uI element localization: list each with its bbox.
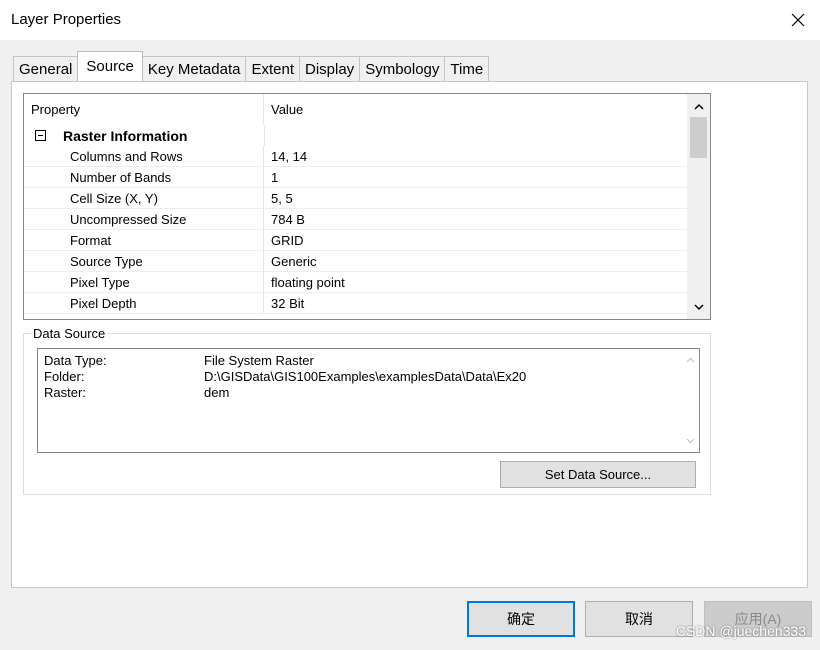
scroll-thumb[interactable] <box>690 117 707 158</box>
chevron-up-icon <box>686 357 694 363</box>
table-row[interactable]: Number of Bands 1 <box>24 167 687 188</box>
watermark: CSDN @juechen333 <box>675 623 806 639</box>
set-data-source-button[interactable]: Set Data Source... <box>500 461 696 488</box>
property-value: 32 Bit <box>271 295 305 311</box>
tab-time[interactable]: Time <box>444 56 490 81</box>
scroll-up-button[interactable] <box>681 352 699 368</box>
property-name: Uncompressed Size <box>24 209 264 229</box>
tab-general[interactable]: General <box>13 56 79 81</box>
collapse-icon[interactable] <box>35 130 46 141</box>
property-value: GRID <box>271 232 304 248</box>
tab-strip: General Source Key Metadata Extent Displ… <box>13 51 490 81</box>
property-value: 14, 14 <box>271 148 308 164</box>
table-row[interactable]: Source Type Generic <box>24 251 687 272</box>
property-value: 5, 5 <box>271 190 293 206</box>
data-source-scrollbar[interactable] <box>681 349 699 452</box>
data-type-line: Data Type: File System Raster <box>44 353 314 369</box>
tab-key-metadata[interactable]: Key Metadata <box>141 56 247 81</box>
scroll-up-button[interactable] <box>687 96 710 116</box>
column-divider <box>264 125 265 146</box>
title-bar: Layer Properties <box>0 0 820 40</box>
tab-symbology[interactable]: Symbology <box>359 56 446 81</box>
group-label: Raster Information <box>63 127 188 144</box>
group-row-raster-information[interactable]: Raster Information <box>24 125 687 146</box>
folder-key: Folder: <box>44 369 85 384</box>
folder-line: Folder: D:\GISData\GIS100Examples\exampl… <box>44 369 526 385</box>
property-value: 1 <box>271 169 279 185</box>
close-icon <box>791 13 805 27</box>
tab-display[interactable]: Display <box>299 56 361 81</box>
property-name: Cell Size (X, Y) <box>24 188 264 208</box>
table-row[interactable]: Columns and Rows 14, 14 <box>24 146 687 167</box>
property-name: Pixel Depth <box>24 293 264 313</box>
chevron-down-icon <box>686 438 694 444</box>
grid-rows: Columns and Rows 14, 14 Number of Bands 1 … <box>24 146 687 314</box>
close-button[interactable] <box>776 0 820 40</box>
raster-line: Raster: dem <box>44 385 229 401</box>
ok-button[interactable]: 确定 <box>467 601 575 637</box>
data-type-value: File System Raster <box>204 353 314 368</box>
scroll-down-button[interactable] <box>681 433 699 449</box>
property-value: Generic <box>271 253 317 269</box>
property-value: 784 B <box>271 211 305 227</box>
table-row[interactable]: Pixel Type floating point <box>24 272 687 293</box>
property-name: Source Type <box>24 251 264 271</box>
table-row[interactable]: Uncompressed Size 784 B <box>24 209 687 230</box>
property-name: Columns and Rows <box>24 146 264 166</box>
data-source-legend: Data Source <box>31 326 108 341</box>
chevron-down-icon <box>693 303 704 310</box>
data-type-key: Data Type: <box>44 353 107 368</box>
data-source-textbox[interactable]: Data Type: File System Raster Folder: D:… <box>37 348 700 453</box>
property-column-header[interactable]: Property <box>24 94 264 125</box>
property-name: Format <box>24 230 264 250</box>
window-title: Layer Properties <box>11 11 122 28</box>
value-column-header[interactable]: Value <box>264 94 687 125</box>
raster-value: dem <box>204 385 230 400</box>
property-value: floating point <box>271 274 345 290</box>
grid-scrollbar[interactable] <box>687 94 710 319</box>
property-name: Number of Bands <box>24 167 264 187</box>
table-row[interactable]: Pixel Depth 32 Bit <box>24 293 687 314</box>
property-name: Pixel Type <box>24 272 264 292</box>
tab-source[interactable]: Source <box>77 51 143 81</box>
table-row[interactable]: Cell Size (X, Y) 5, 5 <box>24 188 687 209</box>
scroll-down-button[interactable] <box>687 297 710 317</box>
grid-header: Property Value <box>24 94 687 125</box>
table-row[interactable]: Format GRID <box>24 230 687 251</box>
property-grid[interactable]: Property Value Raster Information Column… <box>23 93 711 320</box>
folder-value: D:\GISData\GIS100Examples\examplesData\D… <box>204 369 527 384</box>
raster-key: Raster: <box>44 385 86 400</box>
chevron-up-icon <box>693 103 704 110</box>
tab-extent[interactable]: Extent <box>245 56 300 81</box>
